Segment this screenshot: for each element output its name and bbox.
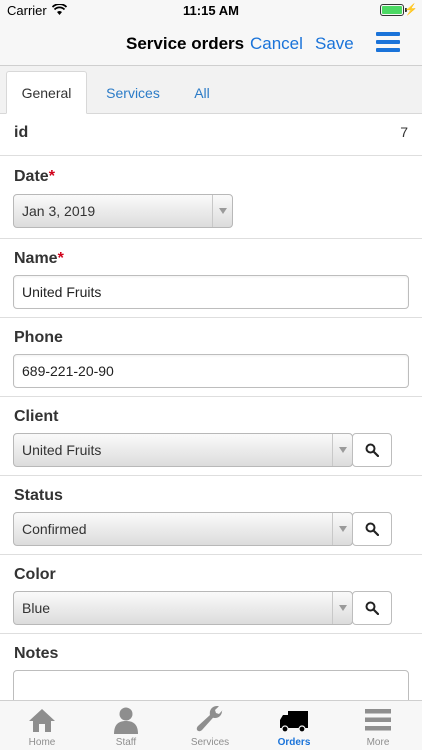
name-input[interactable]: United Fruits — [13, 275, 409, 309]
tab-general[interactable]: General — [6, 71, 87, 114]
required-mark: * — [48, 168, 55, 185]
chevron-down-icon — [332, 434, 352, 466]
tab-orders-label: Orders — [277, 737, 311, 748]
tab-home-label: Home — [28, 737, 56, 748]
search-icon — [365, 522, 379, 536]
color-search-button[interactable] — [352, 591, 392, 625]
chevron-down-icon — [332, 513, 352, 545]
charging-icon: ⚡ — [404, 4, 418, 16]
color-select[interactable]: Blue — [13, 591, 353, 625]
menu-icon — [365, 709, 391, 731]
name-value: United Fruits — [22, 284, 102, 300]
phone-label: Phone — [14, 329, 63, 346]
date-value: Jan 3, 2019 — [22, 203, 96, 219]
search-icon — [365, 601, 379, 615]
name-label: Name* — [14, 250, 64, 268]
chevron-down-icon — [212, 195, 232, 227]
search-icon — [365, 443, 379, 457]
tab-all[interactable]: All — [180, 71, 224, 114]
wrench-icon — [196, 706, 223, 732]
phone-row: Phone 689-221-20-90 — [0, 318, 422, 397]
clock: 11:15 AM — [183, 3, 239, 18]
color-row: Color Blue — [0, 555, 422, 634]
name-row: Name* United Fruits — [0, 239, 422, 318]
tab-staff-label: Staff — [115, 737, 137, 748]
id-value: 7 — [400, 124, 408, 140]
tab-more-label: More — [366, 737, 390, 748]
client-select[interactable]: United Fruits — [13, 433, 353, 467]
status-label: Status — [14, 487, 63, 504]
status-row: Status Confirmed — [0, 476, 422, 555]
date-label-text: Date — [14, 168, 49, 185]
save-button[interactable]: Save — [315, 34, 354, 54]
truck-icon — [280, 711, 308, 733]
battery-icon — [380, 4, 404, 16]
id-row: id 7 — [0, 114, 422, 156]
notes-label: Notes — [14, 645, 59, 662]
tab-services-bottom[interactable]: Services — [168, 701, 252, 750]
cancel-button[interactable]: Cancel — [250, 34, 303, 54]
navigation-bar: Service orders Cancel Save — [0, 22, 422, 66]
status-select[interactable]: Confirmed — [13, 512, 353, 546]
tab-more[interactable]: More — [336, 701, 420, 750]
tab-strip: General Services All — [0, 66, 422, 114]
status-value: Confirmed — [22, 521, 87, 537]
date-label: Date* — [14, 168, 55, 186]
color-label: Color — [14, 566, 56, 583]
tab-orders[interactable]: Orders — [252, 701, 336, 750]
bottom-tab-bar: Home Staff Services Orders More — [0, 700, 422, 750]
name-label-text: Name — [14, 250, 58, 267]
hamburger-menu-icon[interactable] — [376, 32, 400, 54]
tab-staff[interactable]: Staff — [84, 701, 168, 750]
id-label: id — [14, 124, 29, 141]
page-title: Service orders — [126, 34, 245, 53]
person-icon — [114, 707, 138, 734]
date-row: Date* Jan 3, 2019 — [0, 156, 422, 239]
client-label: Client — [14, 408, 59, 425]
client-search-button[interactable] — [352, 433, 392, 467]
client-row: Client United Fruits — [0, 397, 422, 476]
phone-input[interactable]: 689-221-20-90 — [13, 354, 409, 388]
client-value: United Fruits — [22, 442, 102, 458]
tab-services[interactable]: Services — [94, 71, 172, 114]
tab-services-label: Services — [190, 737, 230, 748]
phone-value: 689-221-20-90 — [22, 363, 114, 379]
color-value: Blue — [22, 600, 51, 616]
notes-textarea[interactable] — [13, 670, 409, 700]
date-picker[interactable]: Jan 3, 2019 — [13, 194, 233, 228]
tab-home[interactable]: Home — [0, 701, 84, 750]
status-search-button[interactable] — [352, 512, 392, 546]
order-form: id 7 Date* Jan 3, 2019 Name* United Frui… — [0, 114, 422, 700]
status-bar: Carrier 11:15 AM ⚡ — [0, 0, 422, 22]
required-mark: * — [57, 250, 64, 267]
chevron-down-icon — [332, 592, 352, 624]
home-icon — [29, 709, 55, 732]
